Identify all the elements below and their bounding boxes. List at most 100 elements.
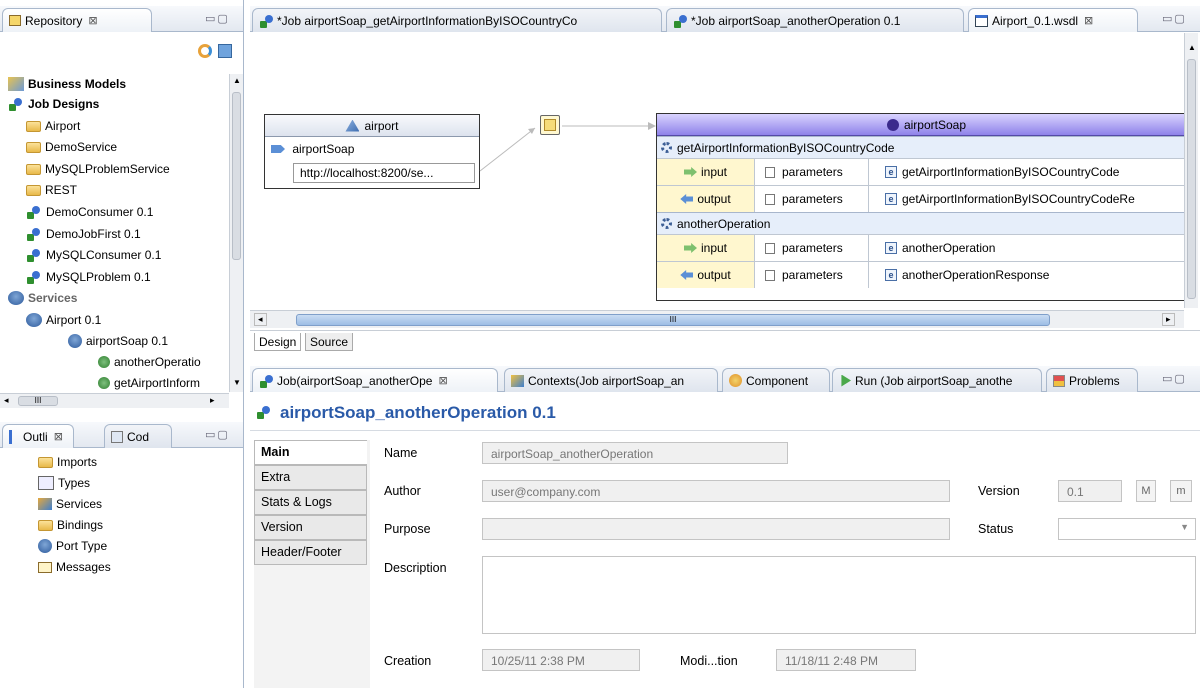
message-row-output[interactable]: output parameters e anotherOperationRespo…: [657, 261, 1184, 288]
tab-job-properties[interactable]: Job(airportSoap_anotherOpe ⊠: [252, 368, 498, 392]
tree-item-demojobfirst[interactable]: DemoJobFirst 0.1: [26, 224, 141, 244]
scroll-left-icon[interactable]: ◂: [4, 395, 9, 406]
tab-design[interactable]: Design: [254, 333, 302, 351]
repository-vscrollbar[interactable]: ▲ ▼: [229, 74, 243, 392]
tree-item-airport-service[interactable]: Airport 0.1: [26, 310, 101, 330]
tree-item-airportsoap-port[interactable]: airportSoap 0.1: [68, 331, 168, 351]
repository-vscroll-thumb[interactable]: [232, 92, 241, 260]
scroll-up-icon[interactable]: ▲: [233, 76, 241, 85]
gear-icon: [661, 142, 672, 153]
repository-hscroll-thumb[interactable]: III: [18, 396, 58, 406]
editor-vscroll-thumb[interactable]: [1187, 59, 1196, 299]
close-icon[interactable]: ⊠: [1084, 14, 1093, 27]
bottom-minmax-icon[interactable]: ▭▢: [1162, 372, 1187, 385]
tree-item-getairportinformation[interactable]: getAirportInform: [98, 373, 200, 393]
scroll-up-icon[interactable]: ▲: [1188, 43, 1196, 52]
parameter-icon: [765, 193, 775, 205]
tree-item-democonsumer[interactable]: DemoConsumer 0.1: [26, 202, 153, 222]
sidetab-stats-logs[interactable]: Stats & Logs: [254, 490, 367, 515]
purpose-field[interactable]: [482, 518, 950, 540]
repository-hscrollbar[interactable]: ◂ III ▸: [0, 393, 229, 408]
element-icon: e: [885, 242, 897, 254]
tab-job-anotheroperation[interactable]: *Job airportSoap_anotherOperation 0.1: [666, 8, 964, 32]
tree-item-mysqlconsumer[interactable]: MySQLConsumer 0.1: [26, 245, 161, 265]
name-field[interactable]: airportSoap_anotherOperation: [482, 442, 788, 464]
binding-node-icon[interactable]: [540, 115, 560, 135]
outline-item-types[interactable]: Types: [38, 473, 90, 493]
tree-item-demoservice-folder[interactable]: DemoService: [26, 137, 117, 157]
close-icon[interactable]: ⊠: [54, 430, 63, 443]
message-row-output[interactable]: output parameters e getAirportInformation…: [657, 185, 1184, 212]
sidetab-main[interactable]: Main: [254, 440, 367, 465]
bindings-icon: [38, 519, 53, 531]
tab-repository[interactable]: Repository ⊠: [2, 8, 152, 32]
sidetab-version[interactable]: Version: [254, 515, 367, 540]
problems-icon: [1053, 374, 1065, 387]
scroll-right-icon[interactable]: ▸: [1162, 313, 1175, 326]
operation-row-anotheroperation[interactable]: anotherOperation: [657, 212, 1184, 234]
tab-problems[interactable]: Problems: [1046, 368, 1138, 392]
tree-item-services[interactable]: Services: [8, 288, 77, 308]
major-version-button[interactable]: M: [1136, 480, 1156, 502]
tree-item-mysqlproblemservice-folder[interactable]: MySQLProblemService: [26, 159, 170, 179]
close-icon[interactable]: ⊠: [438, 374, 447, 387]
sync-icon[interactable]: [198, 44, 212, 58]
message-row-input[interactable]: input parameters e getAirportInformationB…: [657, 158, 1184, 185]
creation-field[interactable]: 10/25/11 2:38 PM: [482, 649, 640, 671]
element-icon: e: [885, 269, 897, 281]
element-icon: e: [885, 193, 897, 205]
sidetab-extra[interactable]: Extra: [254, 465, 367, 490]
outline-item-bindings[interactable]: Bindings: [38, 515, 103, 535]
tab-code[interactable]: Cod: [104, 424, 172, 448]
operation-icon: [98, 377, 110, 389]
tab-component[interactable]: Component: [722, 368, 830, 392]
wsdl-design-canvas[interactable]: airport airportSoap http://localhost:820…: [250, 33, 1184, 308]
author-field[interactable]: user@company.com: [482, 480, 950, 502]
view-menu-icon[interactable]: [218, 44, 232, 58]
editor-bottom-tabs: Design Source: [250, 330, 1200, 352]
sidetab-header-footer[interactable]: Header/Footer: [254, 540, 367, 565]
tree-item-anotheroperation[interactable]: anotherOperatio: [98, 352, 201, 372]
tab-run[interactable]: Run (Job airportSoap_anothe: [832, 368, 1042, 392]
porttype-box-airportsoap[interactable]: airportSoap getAirportInformationByISOCo…: [656, 113, 1184, 301]
editor-hscroll-thumb[interactable]: III: [296, 314, 1050, 326]
chevron-down-icon[interactable]: ▼: [1180, 522, 1189, 532]
close-icon[interactable]: ⊠: [88, 14, 97, 27]
editor-vscrollbar[interactable]: ▲: [1184, 33, 1198, 308]
status-select[interactable]: ▼: [1058, 518, 1196, 540]
repository-minmax-icon[interactable]: ▭▢: [205, 12, 230, 25]
job-icon: [26, 205, 42, 219]
modification-field[interactable]: 11/18/11 2:48 PM: [776, 649, 916, 671]
business-model-icon: [8, 77, 24, 91]
tab-airport-wsdl[interactable]: Airport_0.1.wsdl ⊠: [968, 8, 1138, 32]
outline-item-imports[interactable]: Imports: [38, 452, 97, 472]
outline-item-messages[interactable]: Messages: [38, 557, 111, 577]
scroll-left-icon[interactable]: ◂: [254, 313, 267, 326]
purpose-label: Purpose: [384, 522, 431, 536]
tab-contexts[interactable]: Contexts(Job airportSoap_an: [504, 368, 718, 392]
tree-item-mysqlproblem[interactable]: MySQLProblem 0.1: [26, 267, 151, 287]
job-icon: [256, 405, 274, 421]
job-icon: [673, 14, 687, 28]
editor-hscrollbar[interactable]: ◂ III ▸: [250, 310, 1184, 328]
outline-item-services[interactable]: Services: [38, 494, 102, 514]
operation-row-getairportinformation[interactable]: getAirportInformationByISOCountryCode: [657, 136, 1184, 158]
scroll-down-icon[interactable]: ▼: [233, 378, 241, 387]
outline-minmax-icon[interactable]: ▭▢: [205, 428, 230, 441]
creation-label: Creation: [384, 654, 432, 668]
description-textarea[interactable]: [482, 556, 1196, 634]
tree-item-business-models[interactable]: Business Models: [8, 74, 126, 94]
editor-minmax-icon[interactable]: ▭▢: [1162, 12, 1187, 25]
scroll-right-icon[interactable]: ▸: [210, 395, 215, 406]
tab-job-getairportinformation[interactable]: *Job airportSoap_getAirportInformationBy…: [252, 8, 662, 32]
description-label: Description: [384, 561, 447, 575]
tab-source[interactable]: Source: [305, 333, 354, 351]
tab-outline[interactable]: Outli ⊠: [2, 424, 74, 448]
message-row-input[interactable]: input parameters e anotherOperation: [657, 234, 1184, 261]
outline-item-port-type[interactable]: Port Type: [38, 536, 107, 556]
minor-version-button[interactable]: m: [1170, 480, 1192, 502]
tree-item-airport-folder[interactable]: Airport: [26, 116, 80, 136]
tree-item-job-designs[interactable]: Job Designs: [8, 94, 99, 114]
version-field[interactable]: 0.1: [1058, 480, 1122, 502]
tree-item-rest-folder[interactable]: REST: [26, 180, 77, 200]
